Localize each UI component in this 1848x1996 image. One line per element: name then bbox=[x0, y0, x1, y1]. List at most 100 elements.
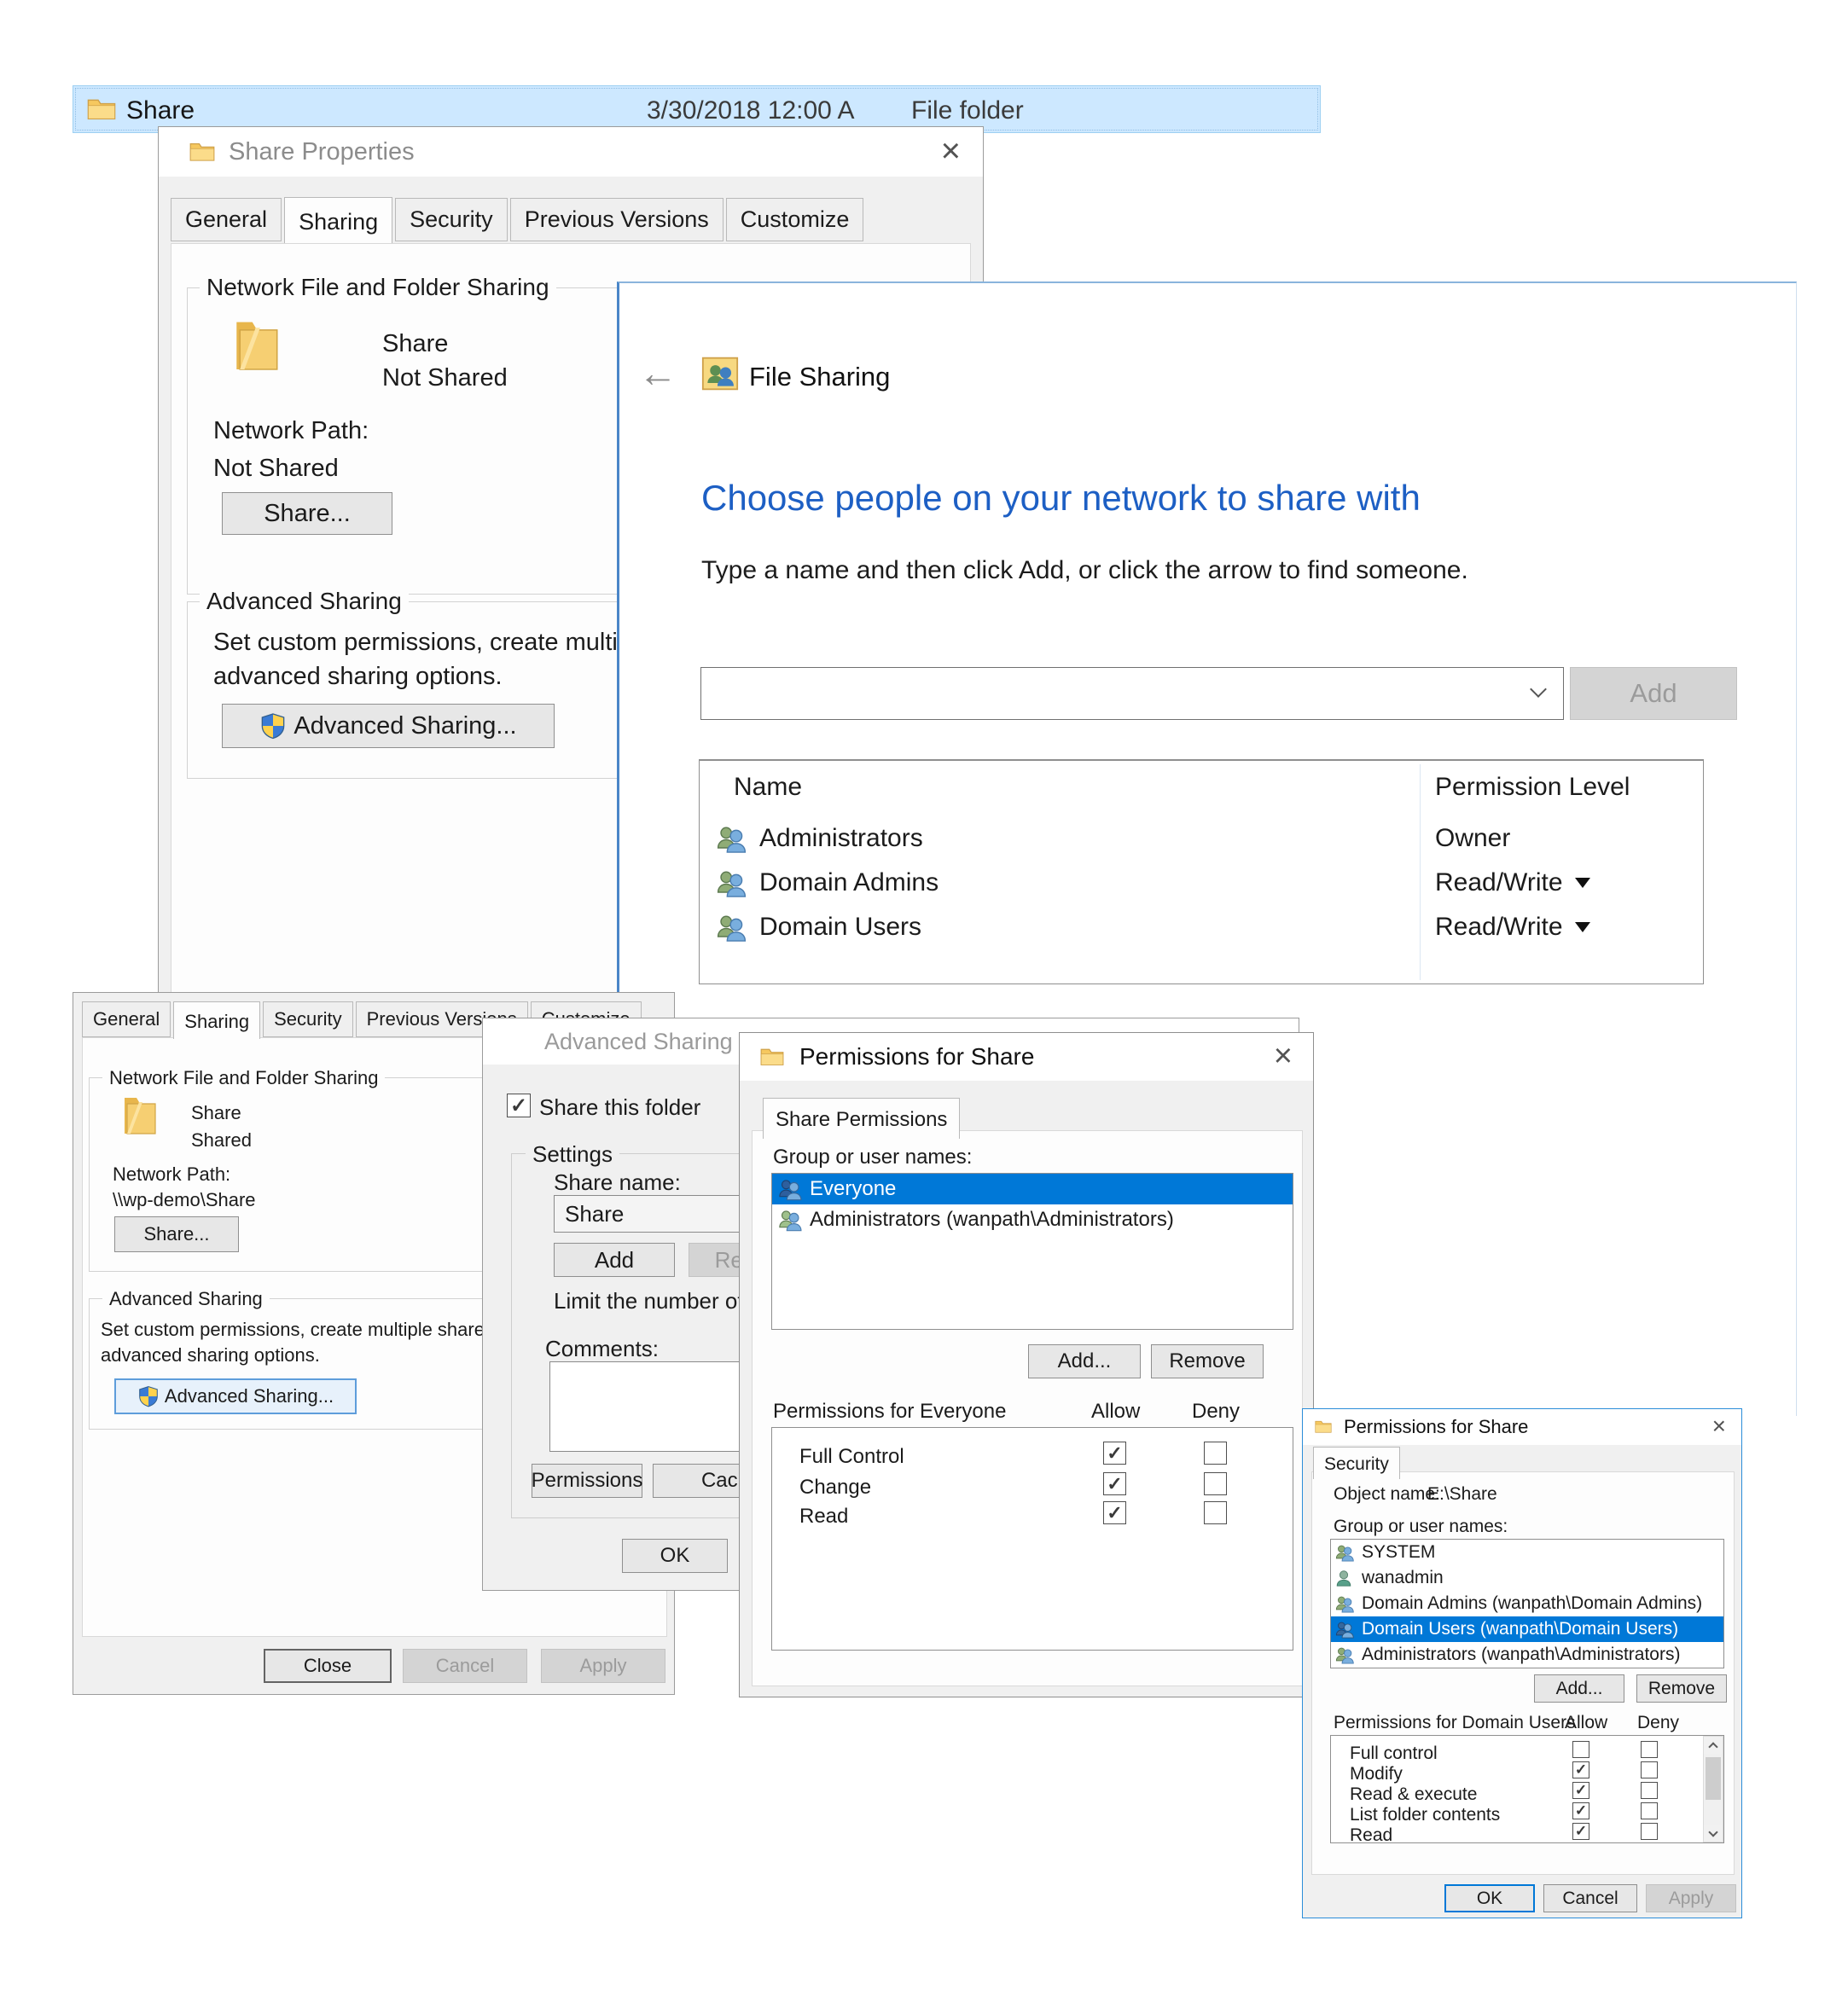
folder-icon bbox=[760, 1047, 784, 1067]
advanced-sharing-button-label: Advanced Sharing... bbox=[165, 1385, 334, 1407]
deny-checkbox[interactable] bbox=[1641, 1823, 1658, 1840]
permission-level: Read/Write bbox=[1435, 913, 1563, 942]
network-path-label: Network Path: bbox=[213, 417, 369, 445]
file-sharing-instruction: Type a name and then click Add, or click… bbox=[701, 556, 1468, 585]
chevron-down-icon[interactable] bbox=[1532, 683, 1544, 699]
share-properties-titlebar[interactable]: Share Properties bbox=[159, 127, 983, 177]
folder-icon bbox=[1315, 1419, 1332, 1435]
scroll-down-icon[interactable] bbox=[1704, 1825, 1723, 1842]
cancel-button[interactable]: Cancel bbox=[1543, 1884, 1637, 1912]
deny-checkbox[interactable] bbox=[1641, 1782, 1658, 1799]
remove-button[interactable]: Remove bbox=[1636, 1674, 1727, 1703]
remove-button[interactable]: Remove bbox=[1151, 1344, 1264, 1378]
tab-general[interactable]: General bbox=[82, 1001, 171, 1037]
permissions-scrollbar[interactable] bbox=[1703, 1736, 1723, 1842]
settings-group-label: Settings bbox=[526, 1141, 619, 1168]
close-icon[interactable]: × bbox=[941, 127, 961, 175]
group-icon bbox=[715, 912, 747, 943]
user-row[interactable]: wanadmin bbox=[1331, 1565, 1723, 1591]
back-icon[interactable]: ← bbox=[638, 350, 677, 396]
user-icon bbox=[1334, 1568, 1353, 1588]
group-name: Administrators (wanpath\Administrators) bbox=[810, 1208, 1174, 1232]
people-row[interactable]: Administrators Owner bbox=[705, 817, 1694, 860]
allow-checkbox[interactable] bbox=[1572, 1823, 1589, 1840]
deny-checkbox[interactable] bbox=[1641, 1741, 1658, 1758]
permission-level-cell[interactable]: Owner bbox=[1435, 824, 1537, 853]
deny-checkbox[interactable] bbox=[1204, 1501, 1227, 1524]
ok-button[interactable]: OK bbox=[1444, 1884, 1535, 1912]
scrollbar-thumb[interactable] bbox=[1706, 1757, 1721, 1800]
level-dropdown-icon[interactable] bbox=[1575, 878, 1590, 888]
group-row[interactable]: Administrators (wanpath\Administrators) bbox=[772, 1204, 1293, 1235]
advanced-sharing-desc-2: advanced sharing options. bbox=[101, 1344, 320, 1366]
share-item-name: Share bbox=[382, 330, 448, 358]
tab-general[interactable]: General bbox=[171, 198, 282, 241]
group-name: Administrators (wanpath\Administrators) bbox=[1362, 1645, 1680, 1665]
file-name: Share bbox=[126, 96, 195, 125]
apply-button[interactable]: Apply bbox=[541, 1649, 665, 1683]
add-button[interactable]: Add bbox=[1570, 667, 1737, 720]
network-sharing-group-label: Network File and Folder Sharing bbox=[102, 1067, 385, 1089]
allow-checkbox[interactable] bbox=[1572, 1782, 1589, 1799]
tab-security[interactable]: Security bbox=[395, 198, 508, 241]
deny-checkbox[interactable] bbox=[1204, 1472, 1227, 1495]
people-row[interactable]: Domain Admins Read/Write bbox=[705, 862, 1694, 904]
object-name-value: E:\Share bbox=[1427, 1484, 1497, 1505]
permissions-titlebar[interactable]: Permissions for Share bbox=[740, 1033, 1313, 1081]
tab-previous-versions[interactable]: Previous Versions bbox=[510, 198, 724, 241]
group-row[interactable]: Domain Users (wanpath\Domain Users) bbox=[1331, 1616, 1723, 1642]
apply-button[interactable]: Apply bbox=[1646, 1884, 1736, 1912]
ok-button[interactable]: OK bbox=[622, 1539, 728, 1573]
share-button[interactable]: Share... bbox=[114, 1216, 239, 1252]
dialog-title: Share Properties bbox=[229, 138, 415, 166]
allow-checkbox[interactable] bbox=[1572, 1741, 1589, 1758]
advanced-sharing-group-label: Advanced Sharing bbox=[200, 588, 409, 615]
tab-sharing[interactable]: Sharing bbox=[284, 197, 392, 243]
tab-security[interactable]: Security bbox=[263, 1001, 352, 1037]
deny-checkbox[interactable] bbox=[1204, 1442, 1227, 1465]
add-button[interactable]: Add... bbox=[1534, 1674, 1624, 1703]
close-icon[interactable]: × bbox=[1274, 1033, 1293, 1079]
allow-checkbox[interactable] bbox=[1572, 1802, 1589, 1819]
deny-checkbox[interactable] bbox=[1641, 1802, 1658, 1819]
share-item-state: Shared bbox=[191, 1129, 252, 1152]
group-row[interactable]: Everyone bbox=[772, 1174, 1293, 1204]
permissions-for-label: Permissions for Everyone bbox=[773, 1400, 1006, 1424]
close-button[interactable]: Close bbox=[264, 1649, 392, 1683]
tab-sharing[interactable]: Sharing bbox=[173, 1001, 260, 1039]
tab-share-permissions[interactable]: Share Permissions bbox=[763, 1098, 960, 1139]
permissions-dialog: Permissions for Share × Share Permission… bbox=[739, 1032, 1314, 1697]
add-button[interactable]: Add... bbox=[1028, 1344, 1141, 1378]
level-dropdown-icon[interactable] bbox=[1575, 922, 1590, 932]
permissions-button[interactable]: Permissions bbox=[532, 1464, 642, 1498]
allow-checkbox[interactable] bbox=[1103, 1442, 1126, 1465]
cancel-button[interactable]: Cancel bbox=[403, 1649, 527, 1683]
tab-customize[interactable]: Customize bbox=[726, 198, 864, 241]
scroll-up-icon[interactable] bbox=[1704, 1737, 1723, 1754]
security-permissions-titlebar[interactable]: Permissions for Share bbox=[1303, 1409, 1741, 1445]
people-row[interactable]: Domain Users Read/Write bbox=[705, 906, 1694, 949]
people-combobox[interactable] bbox=[700, 667, 1564, 720]
group-row[interactable]: Administrators (wanpath\Administrators) bbox=[1331, 1642, 1723, 1668]
group-icon bbox=[715, 823, 747, 854]
allow-checkbox[interactable] bbox=[1103, 1472, 1126, 1495]
allow-checkbox[interactable] bbox=[1103, 1501, 1126, 1524]
group-row[interactable]: Domain Admins (wanpath\Domain Admins) bbox=[1331, 1591, 1723, 1616]
tab-security[interactable]: Security bbox=[1313, 1447, 1400, 1479]
group-name: Domain Users (wanpath\Domain Users) bbox=[1362, 1619, 1678, 1639]
group-icon bbox=[1334, 1645, 1355, 1665]
deny-checkbox[interactable] bbox=[1641, 1761, 1658, 1778]
permission-level-cell[interactable]: Read/Write bbox=[1435, 868, 1590, 897]
share-button[interactable]: Share... bbox=[222, 492, 392, 535]
group-row[interactable]: SYSTEM bbox=[1331, 1540, 1723, 1565]
deny-column-label: Deny bbox=[1637, 1713, 1679, 1733]
uac-shield-icon bbox=[259, 712, 287, 740]
advanced-sharing-button[interactable]: Advanced Sharing... bbox=[222, 704, 555, 748]
permission-entries-listbox: Full Control Change Read bbox=[771, 1427, 1293, 1651]
advanced-sharing-button[interactable]: Advanced Sharing... bbox=[114, 1378, 357, 1414]
permission-level-cell[interactable]: Read/Write bbox=[1435, 913, 1590, 942]
close-icon[interactable]: × bbox=[1712, 1409, 1726, 1443]
add-share-button[interactable]: Add bbox=[554, 1243, 675, 1277]
allow-checkbox[interactable] bbox=[1572, 1761, 1589, 1778]
share-this-folder-checkbox[interactable] bbox=[507, 1094, 531, 1117]
